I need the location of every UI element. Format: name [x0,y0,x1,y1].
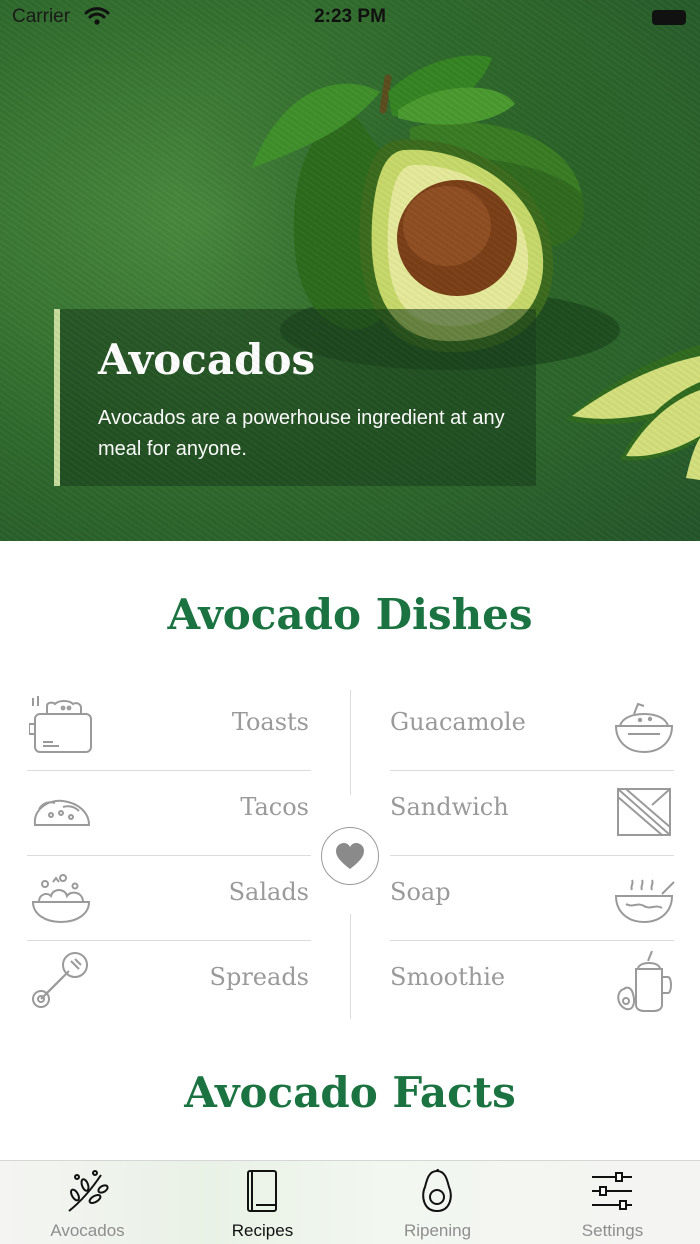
dish-label: Spreads [209,963,309,991]
dish-item-guacamole[interactable]: Guacamole [390,686,674,771]
dish-item-smoothie[interactable]: Smoothie [390,941,674,1026]
facts-section-title: Avocado Facts [184,1068,516,1117]
dish-item-salads[interactable]: Salads [27,856,311,941]
tab-label: Settings [581,1221,644,1240]
toaster-icon [29,696,92,753]
tab-label: Recipes [231,1221,294,1240]
dish-label: Smoothie [390,963,506,991]
book-icon [247,1170,277,1212]
dish-item-toasts[interactable]: Toasts [27,686,311,771]
dishes-section-title: Avocado Dishes [167,590,533,639]
dish-item-tacos[interactable]: Tacos [27,771,311,856]
dish-label: Tacos [240,793,309,821]
column-divider-top [350,690,351,795]
tab-recipes[interactable]: Recipes [175,1161,350,1244]
tab-label: Ripening [403,1221,472,1240]
battery-icon [652,10,686,25]
dish-label: Toasts [231,708,309,736]
soup-bowl-icon [614,879,675,924]
sandwich-icon [617,788,671,836]
salad-bowl-icon [31,874,91,924]
spread-knife-icon [32,952,88,1008]
hero-title: Avocados [98,335,316,384]
taco-icon [33,799,91,826]
dish-label: Salads [228,878,309,906]
branch-icon [68,1170,109,1212]
dish-item-spreads[interactable]: Spreads [27,941,311,1026]
dish-item-soap[interactable]: Soap [390,856,675,941]
status-bar: Carrier 2:23 PM [0,0,700,36]
smoothie-jar-icon [617,950,672,1012]
tab-bar: Avocados Recipes Ripening Settings [0,1160,700,1244]
guacamole-bowl-icon [614,702,674,754]
tab-ripening[interactable]: Ripening [350,1161,525,1244]
dish-label: Guacamole [390,708,526,736]
avocado-icon [422,1169,452,1213]
hero-subtitle: Avocados are a powerhouse ingredient at … [98,407,505,460]
favorites-button[interactable] [321,827,379,885]
sliders-icon [592,1172,632,1210]
clock: 2:23 PM [314,6,386,27]
dish-label: Sandwich [390,793,509,821]
column-divider-bottom [350,914,351,1019]
tab-label: Avocados [50,1221,125,1240]
hero-banner: Avocados Avocados are a powerhouse ingre… [0,0,700,541]
dish-item-sandwich[interactable]: Sandwich [390,771,674,856]
dish-label: Soap [390,878,451,906]
hero-caption-panel: Avocados Avocados are a powerhouse ingre… [54,309,536,486]
heart-icon [336,843,364,869]
tab-avocados[interactable]: Avocados [0,1161,175,1244]
tab-settings[interactable]: Settings [525,1161,700,1244]
